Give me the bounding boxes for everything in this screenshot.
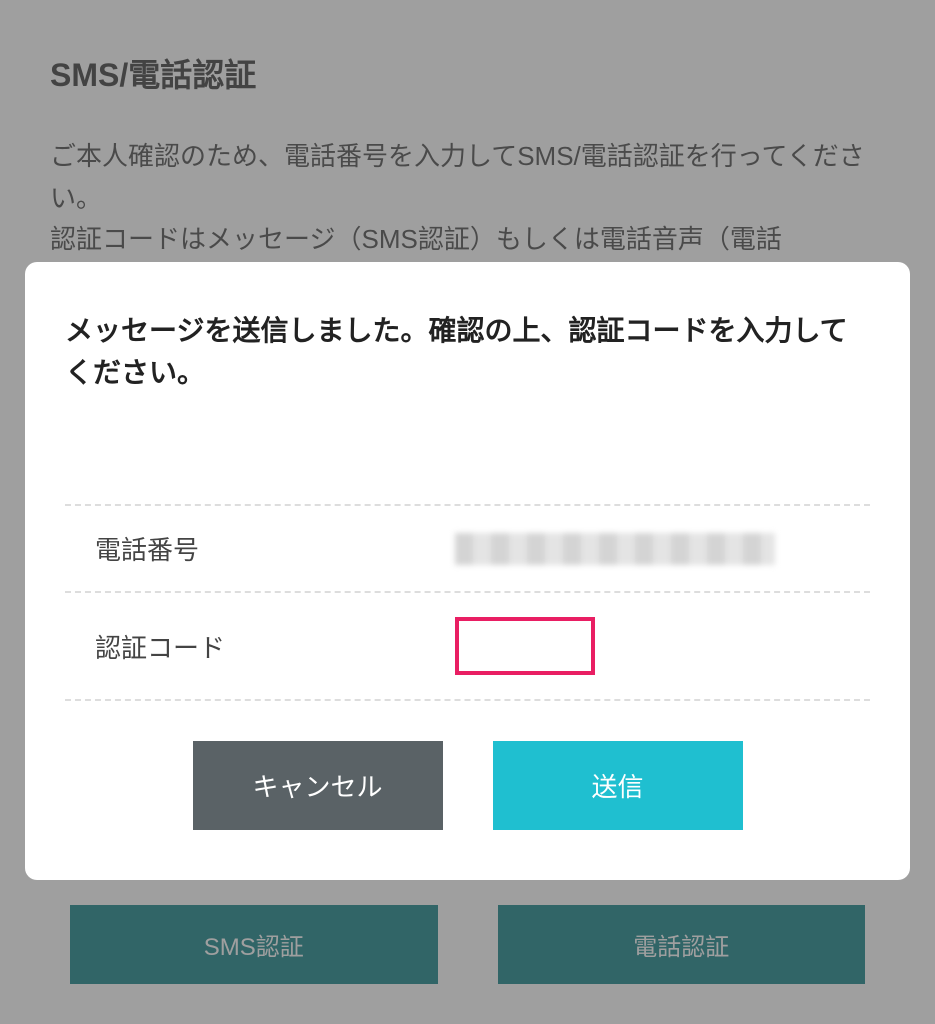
phone-value-redacted <box>455 533 775 565</box>
phone-row: 電話番号 <box>65 504 870 593</box>
submit-button[interactable]: 送信 <box>493 741 743 830</box>
phone-value-container <box>375 533 840 565</box>
cancel-button[interactable]: キャンセル <box>193 741 443 830</box>
phone-label: 電話番号 <box>95 530 375 567</box>
code-value-container <box>375 617 840 675</box>
verification-modal: メッセージを送信しました。確認の上、認証コードを入力してください。 電話番号 認… <box>25 262 910 880</box>
code-row: 認証コード <box>65 593 870 701</box>
modal-button-row: キャンセル 送信 <box>65 741 870 830</box>
code-label: 認証コード <box>95 628 375 665</box>
verification-code-input[interactable] <box>455 617 595 675</box>
modal-title: メッセージを送信しました。確認の上、認証コードを入力してください。 <box>65 310 870 394</box>
